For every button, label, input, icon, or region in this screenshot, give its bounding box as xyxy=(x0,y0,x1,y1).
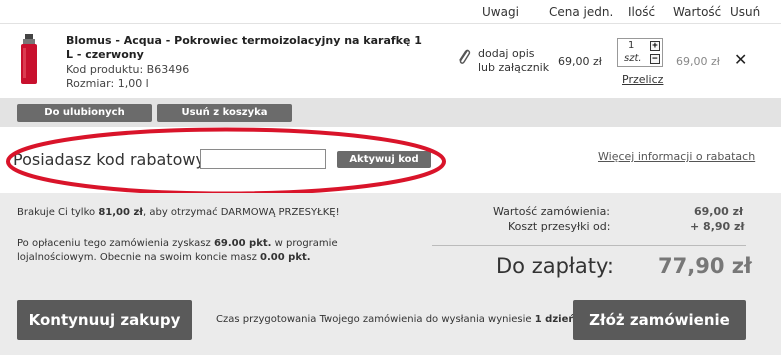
quantity-plus-button[interactable]: + xyxy=(650,41,660,51)
paperclip-icon[interactable] xyxy=(456,47,472,70)
free-shipping-amount: 81,00 zł xyxy=(98,207,143,218)
line-value: 69,00 zł xyxy=(676,55,720,68)
preparation-time-note: Czas przygotowania Twojego zamówienia do… xyxy=(216,314,575,325)
preparation-time-days: 1 dzień xyxy=(534,314,576,325)
column-header-remove: Usuń xyxy=(730,5,761,19)
remove-from-cart-button[interactable]: Usuń z koszyka xyxy=(157,104,292,122)
order-value: 69,00 zł xyxy=(694,205,744,218)
continue-shopping-button[interactable]: Kontynuuj zakupy xyxy=(17,300,192,340)
add-to-favorites-button[interactable]: Do ulubionych xyxy=(17,104,152,122)
quantity-stepper[interactable]: 1 szt. + − xyxy=(617,38,663,67)
loyalty-text-3: lojalnościowym. Obecnie na swoim koncie … xyxy=(17,252,261,263)
loyalty-points-current: 0.00 pkt. xyxy=(260,252,311,263)
column-header-value: Wartość xyxy=(673,5,722,19)
product-name-link[interactable]: Blomus - Acqua - Pokrowiec termoizolacyj… xyxy=(66,34,426,62)
loyalty-note: Po opłaceniu tego zamówienia zyskasz 69.… xyxy=(17,237,417,265)
add-description-line1: dodaj opis xyxy=(478,47,535,60)
quantity-value[interactable]: 1 xyxy=(628,40,634,51)
column-header-notes: Uwagi xyxy=(482,5,519,19)
discount-info-link[interactable]: Więcej informacji o rabatach xyxy=(598,150,755,163)
free-shipping-note: Brakuje Ci tylko 81,00 zł, aby otrzymać … xyxy=(17,206,340,220)
place-order-button[interactable]: Złóż zamówienie xyxy=(573,300,746,340)
recalculate-link[interactable]: Przelicz xyxy=(622,73,663,86)
shipping-cost-value: + 8,90 zł xyxy=(690,220,745,233)
product-size: Rozmiar: 1,00 l xyxy=(66,77,149,90)
free-shipping-suffix: , aby otrzymać DARMOWĄ PRZESYŁKĘ! xyxy=(142,207,340,218)
total-value: 77,90 zł xyxy=(658,254,752,278)
total-label: Do zapłaty: xyxy=(496,254,614,278)
loyalty-points-gain: 69.00 pkt. xyxy=(213,238,272,249)
summary-divider xyxy=(432,245,746,246)
unit-price: 69,00 zł xyxy=(558,55,602,68)
quantity-minus-button[interactable]: − xyxy=(650,54,660,64)
add-description-line2: lub załącznik xyxy=(478,61,550,74)
add-description-link[interactable]: dodaj opis lub załącznik xyxy=(478,47,549,75)
preparation-time-text: Czas przygotowania Twojego zamówienia do… xyxy=(216,314,535,325)
quantity-unit: szt. xyxy=(624,53,642,64)
highlight-ellipse xyxy=(6,127,446,196)
shipping-cost-label: Koszt przesyłki od: xyxy=(508,220,611,233)
order-value-label: Wartość zamówienia: xyxy=(493,205,611,218)
loyalty-text-2: w programie xyxy=(271,238,338,249)
header-divider xyxy=(0,23,781,24)
remove-item-icon[interactable]: ✕ xyxy=(734,50,747,69)
product-image[interactable] xyxy=(18,34,40,86)
product-code: Kod produktu: B63496 xyxy=(66,63,190,76)
loyalty-text-1: Po opłaceniu tego zamówienia zyskasz xyxy=(17,238,214,249)
free-shipping-prefix: Brakuje Ci tylko xyxy=(17,207,99,218)
column-header-unit-price: Cena jedn. xyxy=(549,5,614,19)
column-header-quantity: Ilość xyxy=(628,5,656,19)
